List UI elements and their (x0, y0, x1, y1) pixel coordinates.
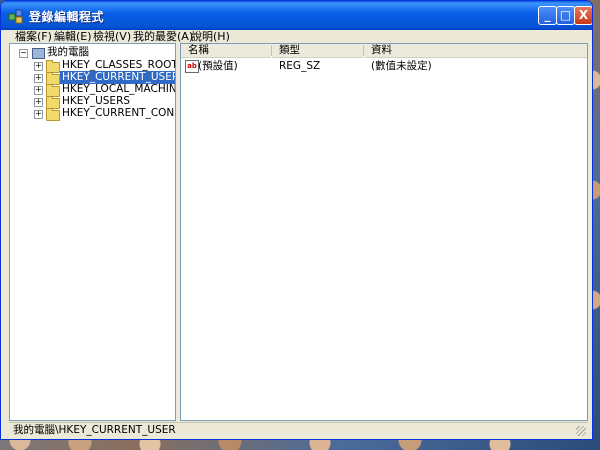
close-button[interactable]: X (574, 6, 592, 25)
maximize-button[interactable]: □ (556, 6, 575, 25)
menu-view[interactable]: 檢視(V) (93, 30, 131, 43)
menu-help[interactable]: 說明(H) (191, 30, 230, 43)
expand-icon[interactable]: + (34, 98, 43, 107)
column-header-name[interactable]: 名稱 (181, 44, 271, 58)
tree-item-label: 我的電腦 (47, 46, 89, 58)
value-type: REG_SZ (279, 60, 321, 72)
menu-file[interactable]: 檔案(F) (15, 30, 52, 43)
computer-icon (32, 48, 45, 59)
minimize-button[interactable]: _ (538, 6, 557, 25)
registry-editor-window: 登錄編輯程式 _ □ X 檔案(F) 編輯(E) 檢視(V) 我的最愛(A) 說… (0, 0, 593, 440)
status-path: 我的電腦\HKEY_CURRENT_USER (13, 424, 176, 436)
tree-item-label: HKEY_CURRENT_CONFIG (62, 107, 175, 119)
resize-grip-icon[interactable] (576, 426, 586, 436)
value-data: (數值未設定) (371, 60, 432, 72)
column-header-type[interactable]: 類型 (272, 44, 363, 58)
menu-edit[interactable]: 編輯(E) (54, 30, 92, 43)
expand-icon[interactable]: + (34, 74, 43, 83)
registry-app-icon (8, 8, 24, 24)
collapse-icon[interactable]: − (19, 49, 28, 58)
tree-item-hkey-current-config[interactable]: + HKEY_CURRENT_CONFIG (10, 107, 175, 121)
column-header-data[interactable]: 資料 (364, 44, 587, 58)
menu-favorites[interactable]: 我的最愛(A) (133, 30, 193, 43)
key-tree-pane[interactable]: − 我的電腦 + HKEY_CLASSES_ROOT + HKEY_CURREN… (9, 43, 176, 421)
table-row[interactable]: ab (預設值) REG_SZ (數值未設定) (181, 60, 587, 73)
tree-item-my-computer[interactable]: − 我的電腦 (10, 46, 175, 59)
status-bar: 我的電腦\HKEY_CURRENT_USER (9, 422, 588, 437)
window-title: 登錄編輯程式 (29, 10, 105, 24)
expand-icon[interactable]: + (34, 62, 43, 71)
expand-icon[interactable]: + (34, 86, 43, 95)
folder-icon (46, 108, 60, 121)
values-list-pane[interactable]: 名稱 類型 資料 ab (預設值) REG_SZ (數值未設定) (180, 43, 588, 421)
title-bar[interactable]: 登錄編輯程式 _ □ X (1, 1, 592, 30)
client-area: − 我的電腦 + HKEY_CLASSES_ROOT + HKEY_CURREN… (9, 43, 588, 421)
value-name: (預設值) (198, 60, 238, 72)
menu-bar: 檔案(F) 編輯(E) 檢視(V) 我的最愛(A) 說明(H) (1, 30, 592, 43)
expand-icon[interactable]: + (34, 110, 43, 119)
string-value-icon: ab (185, 60, 199, 73)
